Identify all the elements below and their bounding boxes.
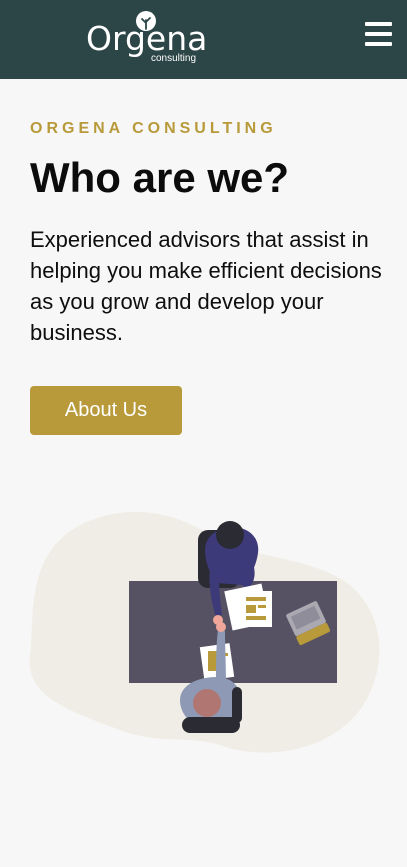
- person-bottom-hand: [216, 622, 226, 632]
- person-bottom-arm: [216, 630, 226, 685]
- section-eyebrow: ORGENA CONSULTING: [30, 120, 277, 137]
- person-bottom-head: [193, 689, 221, 717]
- site-header: Orgena consulting: [0, 0, 407, 79]
- orgena-logo[interactable]: Orgena consulting: [86, 10, 216, 68]
- intro-text: Experienced advisors that assist in help…: [30, 227, 382, 345]
- logo-tagline: consulting: [151, 53, 197, 64]
- logo-wordmark: Orgena: [86, 19, 208, 58]
- page-title: Who are we?: [30, 154, 290, 201]
- chair-bottom-arm: [232, 687, 242, 723]
- person-top-head: [216, 521, 244, 549]
- about-us-button[interactable]: About Us: [30, 386, 182, 435]
- hamburger-menu-icon[interactable]: [360, 18, 396, 50]
- chair-bottom: [182, 717, 240, 733]
- business-handshake-illustration: [29, 511, 380, 753]
